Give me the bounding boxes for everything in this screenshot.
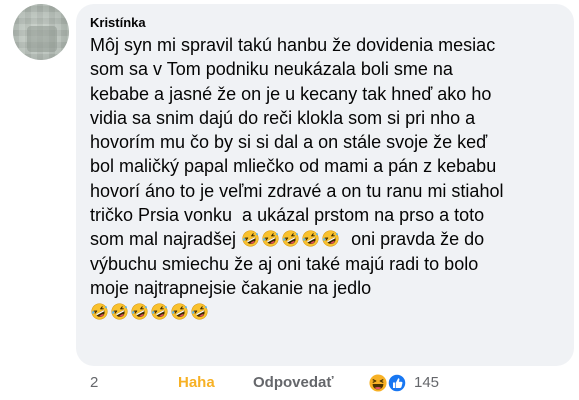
comment-line: Môj syn mi spravil takú hanbu že doviden… xyxy=(90,35,496,55)
comment-line: kebabe a jasné že on je u kecany tak hne… xyxy=(90,83,492,104)
rolling-on-floor-laughing-emoji-icon xyxy=(171,303,188,320)
comment-line: bol maličký papal mliečko od mami a pán … xyxy=(90,156,497,177)
rolling-on-floor-laughing-emoji-icon xyxy=(151,303,168,320)
rolling-on-floor-laughing-emoji-icon xyxy=(262,230,279,247)
rolling-on-floor-laughing-emoji-icon xyxy=(282,230,299,247)
rolling-on-floor-laughing-emoji-icon xyxy=(191,303,208,320)
reaction-count[interactable]: 145 xyxy=(414,372,439,394)
reaction-icons[interactable] xyxy=(367,373,409,393)
comment-line-segment: oni pravda že do xyxy=(341,229,485,250)
comment-line: som sa v Tom podniku neukázala boli sme … xyxy=(90,59,453,80)
comment-author[interactable]: Kristínka xyxy=(90,15,560,31)
comment-line: hovorí áno to je veľmi zdravé a on tu ra… xyxy=(90,180,504,201)
emoji-row xyxy=(90,300,560,324)
rolling-on-floor-laughing-emoji-icon xyxy=(322,230,339,247)
reply-button[interactable]: Odpovedať xyxy=(253,372,334,394)
like-icon xyxy=(387,373,407,393)
timestamp[interactable]: 2 mes. xyxy=(90,372,123,400)
comment-container: Kristínka Môj syn mi spravil takú hanbu … xyxy=(0,0,579,400)
emoji-row xyxy=(241,229,341,249)
rolling-on-floor-laughing-emoji-icon xyxy=(302,230,319,247)
comment-line: hovorím mu čo by si si dal a on stále sv… xyxy=(90,132,488,153)
avatar[interactable] xyxy=(13,4,69,60)
reaction-button[interactable]: Haha xyxy=(178,372,215,394)
comment-line-with-emoji: som mal najradšej oni pravda že do xyxy=(90,227,560,251)
comment-text: Môj syn mi spravil takú hanbu že doviden… xyxy=(90,33,560,325)
comment-line-segment: som mal najradšej xyxy=(90,229,242,250)
rolling-on-floor-laughing-emoji-icon xyxy=(131,303,148,320)
comment-line: výbuchu smiechu že aj oni také majú radi… xyxy=(90,253,479,274)
comment-line: tričko Prsia vonku a ukázal prstom na pr… xyxy=(90,205,485,226)
comment-line: moje najtrapnejsie čakanie na jedlo xyxy=(90,277,372,298)
comment-line: vidia sa snim dajú do reči klokla som si… xyxy=(90,107,476,128)
comment-bubble: Kristínka Môj syn mi spravil takú hanbu … xyxy=(76,4,574,366)
rolling-on-floor-laughing-emoji-icon xyxy=(91,303,108,320)
rolling-on-floor-laughing-emoji-icon xyxy=(111,303,128,320)
haha-icon xyxy=(367,373,389,393)
rolling-on-floor-laughing-emoji-icon xyxy=(242,230,259,247)
